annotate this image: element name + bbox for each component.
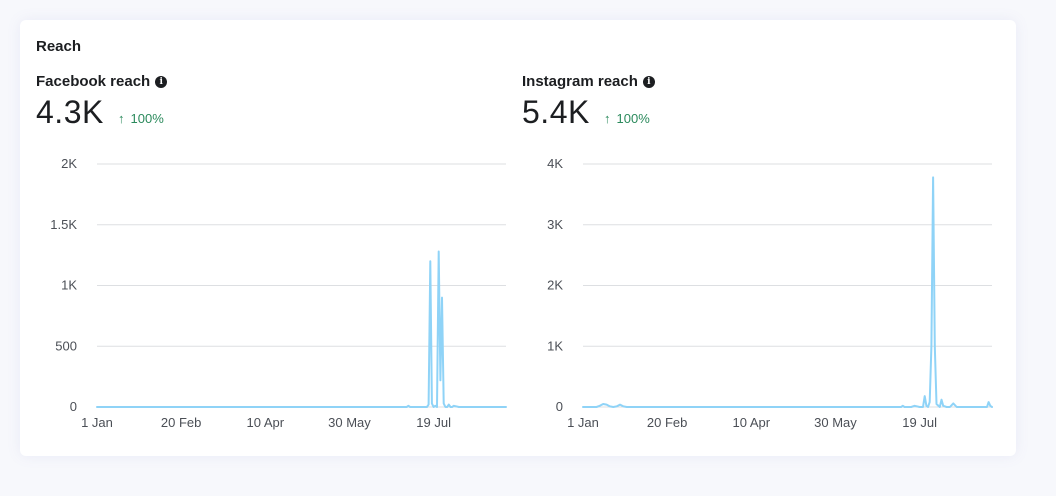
x-tick-label: 1 Jan <box>81 415 113 430</box>
x-tick-label: 20 Feb <box>161 415 201 430</box>
y-tick-label: 3K <box>547 217 563 232</box>
instagram-reach-chart: 0 1K 2K 3K 4K 1 Jan 20 Feb 10 Apr 30 May 19 Jul <box>547 156 993 430</box>
x-tick-label: 30 May <box>328 415 371 430</box>
x-tick-label: 19 Jul <box>902 415 937 430</box>
instagram-reach-panel: Instagram reach i 5.4K ↑ 100% 0 1K 2K 3K 4K 1… <box>522 20 1002 456</box>
x-tick-label: 30 May <box>814 415 857 430</box>
y-tick-label: 4K <box>547 156 563 171</box>
x-tick-label: 1 Jan <box>567 415 599 430</box>
y-tick-label: 1K <box>61 278 77 293</box>
x-tick-label: 20 Feb <box>647 415 687 430</box>
series-line <box>96 250 507 408</box>
y-tick-label: 2K <box>547 278 563 293</box>
facebook-reach-panel: Facebook reach i 4.3K ↑ 100% 0 500 1K 1.5K 2… <box>36 20 516 456</box>
y-tick-label: 1K <box>547 338 563 353</box>
facebook-reach-chart: 0 500 1K 1.5K 2K 1 Jan 20 Feb 10 Apr 30 May 19 Ju… <box>50 156 507 430</box>
y-tick-label: 0 <box>556 399 563 414</box>
y-tick-label: 0 <box>70 399 77 414</box>
x-tick-label: 10 Apr <box>247 415 285 430</box>
reach-card: Reach Facebook reach i 4.3K ↑ 100% 0 500 1… <box>20 20 1016 456</box>
x-tick-label: 19 Jul <box>416 415 451 430</box>
x-tick-label: 10 Apr <box>733 415 771 430</box>
series-line <box>582 176 993 408</box>
y-tick-label: 1.5K <box>50 217 77 232</box>
y-tick-label: 500 <box>55 338 77 353</box>
y-tick-label: 2K <box>61 156 77 171</box>
